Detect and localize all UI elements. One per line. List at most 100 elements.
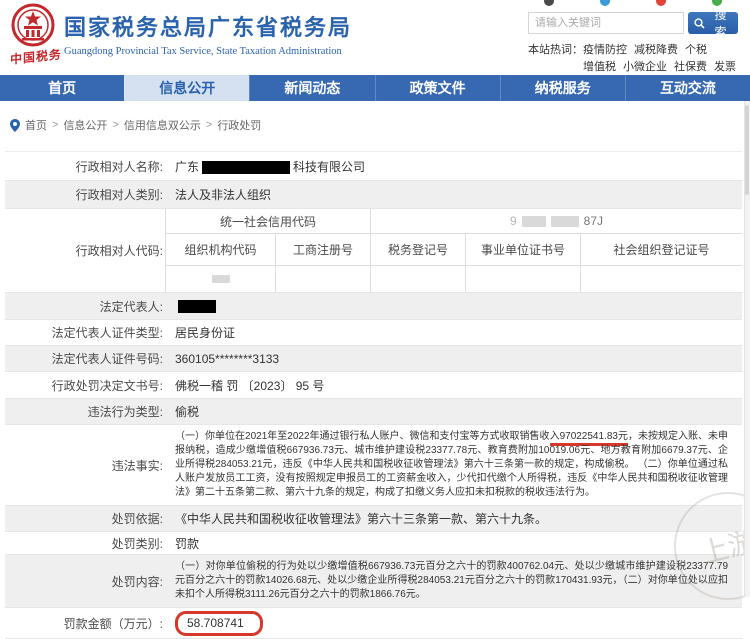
magnifier-icon <box>694 17 705 29</box>
hot-word-link[interactable]: 增值税 <box>583 59 616 76</box>
credit-code-end: 87J <box>583 214 604 228</box>
share-icon-red[interactable] <box>656 0 666 6</box>
share-icon-weibo[interactable] <box>600 0 610 6</box>
violation-type-value: 偷税 <box>175 405 200 419</box>
facts-before: （一）你单位在2021年至2022年通过银行私人账户、微信和支付宝等方式收取销售… <box>175 431 550 442</box>
cert-type-value: 居民身份证 <box>175 326 236 340</box>
code-sub-table: 统一社会信用代码 9 87J 组织机构代码 工商注册号 税务登记号 事业单位证书… <box>165 209 742 292</box>
redaction-box <box>178 300 216 314</box>
table-row-cert-no: 法定代表人证件号码: 360105********3133 <box>5 346 742 372</box>
nav-item-tax-service[interactable]: 纳税服务 <box>499 75 625 101</box>
agency-logo: 中国税务 <box>8 2 64 67</box>
hot-word-link[interactable]: 发票 <box>714 59 736 76</box>
field-label: 处罚内容: <box>111 574 163 589</box>
breadcrumb-credit-publicity[interactable]: 信用信息双公示 <box>124 117 201 133</box>
field-label: 行政处罚决定文书号: <box>51 378 163 393</box>
share-icons <box>544 0 722 6</box>
code-header-tax-reg: 税务登记号 <box>371 234 466 265</box>
hot-words: 本站热词： 疫情防控 减税降费 个税 增值税 小微企业 社保费 发票 <box>528 42 738 76</box>
field-label: 处罚依据: <box>111 512 163 526</box>
table-row-penalty-type: 处罚类别: 罚款 <box>5 532 742 555</box>
field-label: 违法事实: <box>111 458 163 473</box>
hot-word-link[interactable]: 社保费 <box>674 59 707 76</box>
code-header-business: 工商注册号 <box>276 234 371 265</box>
table-row-basis: 处罚依据: 《中华人民共和国税收征收管理法》第六十三条第一款、第六十九条。 <box>5 506 742 532</box>
table-row-legal-rep: 法定代表人: <box>5 293 742 320</box>
code-header-institution: 事业单位证书号 <box>466 234 581 265</box>
table-row-codes: 行政相对人代码: 统一社会信用代码 9 87J 组织机构代码 工商注册号 税务登… <box>5 209 742 293</box>
fine-amount-red-circle: 58.708741 <box>175 610 263 636</box>
breadcrumb-current-page: 行政处罚 <box>217 120 262 132</box>
cert-no-value: 360105********3133 <box>175 351 280 366</box>
field-label: 法定代表人: <box>99 299 163 314</box>
table-row-name: 行政相对人名称: 广东 科技有限公司 <box>5 152 742 181</box>
code-header-social-org: 社会组织登记证号 <box>613 243 710 257</box>
site-subtitle-en: Guangdong Provincial Tax Service, State … <box>64 46 342 57</box>
nav-item-policy[interactable]: 政策文件 <box>374 75 500 101</box>
table-row-fine-amount: 罚款金额（万元）: 58.708741 <box>5 608 742 639</box>
table-row-penalty-content: 处罚内容: （一）对你单位偷税的行为处以少缴增值税667936.73元百分之六十… <box>5 555 742 608</box>
penalty-type-value: 罚款 <box>175 536 200 551</box>
code-value-tax-reg <box>371 266 466 292</box>
legal-rep-value <box>165 299 742 314</box>
fine-amount-value: 58.708741 <box>165 610 742 636</box>
search-button[interactable]: 搜索 <box>688 8 738 39</box>
breadcrumb: 首页 > 信息公开 > 信用信息双公示 > 行政处罚 <box>0 101 750 137</box>
field-label: 违法行为类型: <box>87 405 163 419</box>
nav-item-home[interactable]: 首页 <box>0 75 124 101</box>
decision-doc-value: 佛税一稽 罚 〔2023〕 95 号 <box>175 378 325 393</box>
share-icon-dark[interactable] <box>544 0 554 6</box>
blurred-value <box>211 275 230 283</box>
credit-code-header: 统一社会信用代码 <box>166 209 371 233</box>
nav-item-interaction[interactable]: 互动交流 <box>624 75 750 101</box>
breadcrumb-separator: > <box>205 119 213 131</box>
nav-item-info-disclosure[interactable]: 信息公开 <box>124 75 250 101</box>
field-label: 行政相对人代码: <box>75 244 163 258</box>
table-row-category: 行政相对人类别: 法人及非法人组织 <box>5 181 742 209</box>
penalty-content-text: （一）对你单位偷税的行为处以少缴增值税667936.73元百分之六十的罚款400… <box>175 561 728 600</box>
blurred-value <box>550 215 579 227</box>
main-nav: 首页 信息公开 新闻动态 政策文件 纳税服务 互动交流 <box>0 75 750 101</box>
blurred-value <box>521 215 546 227</box>
code-value-business <box>276 266 371 292</box>
code-value-institution <box>466 266 581 292</box>
fine-amount-number: 58.708741 <box>187 615 244 630</box>
field-label: 罚款金额（万元）: <box>63 616 163 631</box>
hot-word-link[interactable]: 个税 <box>685 42 707 59</box>
vertical-scrollbar[interactable] <box>744 101 750 597</box>
redaction-box <box>202 160 291 174</box>
search-input[interactable] <box>528 12 684 34</box>
facts-highlighted-amount: 入97022541.83元 <box>549 431 628 446</box>
field-label: 处罚类别: <box>111 536 163 551</box>
credit-code-value: 9 87J <box>371 209 742 233</box>
national-emblem-icon <box>8 2 64 50</box>
hot-words-label: 本站热词： <box>528 44 583 56</box>
breadcrumb-separator: > <box>112 119 119 131</box>
hot-word-link[interactable]: 减税降费 <box>634 42 678 59</box>
nav-item-news[interactable]: 新闻动态 <box>249 75 374 101</box>
table-row-decision-doc: 行政处罚决定文书号: 佛税一稽 罚 〔2023〕 95 号 <box>5 372 742 399</box>
party-name-value: 广东 科技有限公司 <box>165 158 742 175</box>
facts-text: （一）你单位在2021年至2022年通过银行私人账户、微信和支付宝等方式收取销售… <box>165 425 742 505</box>
scrollbar-thumb[interactable] <box>745 105 749 195</box>
breadcrumb-separator: > <box>52 119 59 131</box>
field-label: 法定代表人证件号码: <box>51 352 163 366</box>
breadcrumb-info-disclosure[interactable]: 信息公开 <box>63 117 107 133</box>
table-row-violation-type: 违法行为类型: 偷税 <box>5 399 742 425</box>
code-header-org: 组织机构代码 <box>166 234 276 265</box>
breadcrumb-home[interactable]: 首页 <box>25 117 47 133</box>
table-row-cert-type: 法定代表人证件类型: 居民身份证 <box>5 320 742 346</box>
penalty-detail-table: 行政相对人名称: 广东 科技有限公司 行政相对人类别: 法人及非法人组织 行政相对… <box>5 151 742 639</box>
code-value-org <box>166 266 276 292</box>
site-header: 中国税务 国家税务总局广东省税务局 Guangdong Provincial T… <box>0 0 750 75</box>
hot-word-link[interactable]: 小微企业 <box>623 59 667 76</box>
party-name-prefix: 广东 <box>175 159 200 174</box>
party-name-suffix: 科技有限公司 <box>293 159 366 174</box>
site-title: 国家税务总局广东省税务局 <box>64 15 353 40</box>
hot-word-link[interactable]: 疫情防控 <box>583 42 627 59</box>
location-pin-icon <box>10 118 20 132</box>
table-row-facts: 违法事实: （一）你单位在2021年至2022年通过银行私人账户、微信和支付宝等… <box>5 425 742 506</box>
search-button-label: 搜索 <box>714 8 727 39</box>
basis-value: 《中华人民共和国税收征收管理法》第六十三条第一款、第六十九条。 <box>175 512 548 526</box>
field-label: 行政相对人名称: <box>75 159 163 174</box>
